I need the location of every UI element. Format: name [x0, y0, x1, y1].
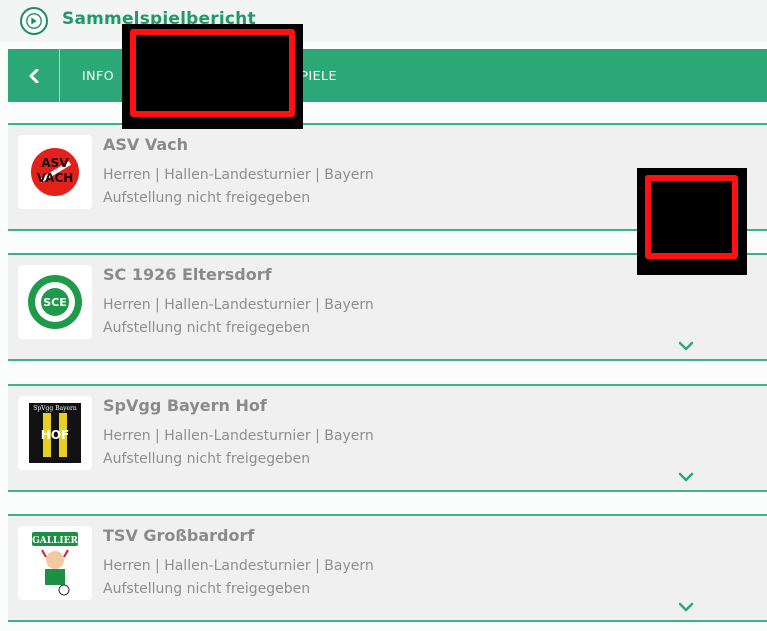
- chevron-left-icon: [29, 68, 38, 83]
- team-card[interactable]: GALLIER TSV Großbardorf Herren | Hallen-…: [8, 514, 767, 622]
- lineup-status: Aufstellung nicht freigegeben: [103, 581, 311, 597]
- dfb-logo-icon: [20, 7, 48, 35]
- svg-text:SCE: SCE: [43, 296, 67, 309]
- team-logo: GALLIER: [18, 526, 92, 600]
- team-league: Herren | Hallen-Landesturnier | Bayern: [103, 167, 374, 183]
- team-name: SC 1926 Eltersdorf: [103, 265, 272, 284]
- svg-text:GALLIER: GALLIER: [32, 536, 78, 546]
- team-logo: ASV VACH: [18, 135, 92, 209]
- team-league: Herren | Hallen-Landesturnier | Bayern: [103, 558, 374, 574]
- team-name: ASV Vach: [103, 135, 189, 154]
- redaction-box: [637, 168, 747, 275]
- expand-chevron-icon[interactable]: [678, 602, 694, 612]
- team-card[interactable]: SpVgg Bayern HOF SpVgg Bayern Hof Herren…: [8, 384, 767, 492]
- lineup-status: Aufstellung nicht freigegeben: [103, 190, 311, 206]
- team-league: Herren | Hallen-Landesturnier | Bayern: [103, 297, 374, 313]
- app-header: Sammelspielbericht: [0, 0, 767, 42]
- redaction-border: [645, 175, 738, 259]
- team-name: TSV Großbardorf: [103, 526, 255, 545]
- team-name: SpVgg Bayern Hof: [103, 396, 267, 415]
- team-league: Herren | Hallen-Landesturnier | Bayern: [103, 428, 374, 444]
- svg-text:SpVgg Bayern: SpVgg Bayern: [33, 405, 77, 412]
- team-logo: SpVgg Bayern HOF: [18, 396, 92, 470]
- back-button[interactable]: [8, 49, 60, 102]
- lineup-status: Aufstellung nicht freigegeben: [103, 451, 311, 467]
- lineup-status: Aufstellung nicht freigegeben: [103, 320, 311, 336]
- redaction-border: [130, 29, 295, 117]
- tab-info[interactable]: INFO: [82, 68, 114, 83]
- redaction-box: [122, 24, 303, 129]
- expand-chevron-icon[interactable]: [678, 341, 694, 351]
- page: Sammelspielbericht INFO SPIELE ASV VACH …: [0, 0, 767, 631]
- expand-chevron-icon[interactable]: [678, 472, 694, 482]
- team-logo: SCE: [18, 265, 92, 339]
- svg-text:ASV: ASV: [41, 156, 69, 170]
- svg-text:HOF: HOF: [41, 428, 69, 442]
- svg-text:VACH: VACH: [37, 171, 74, 185]
